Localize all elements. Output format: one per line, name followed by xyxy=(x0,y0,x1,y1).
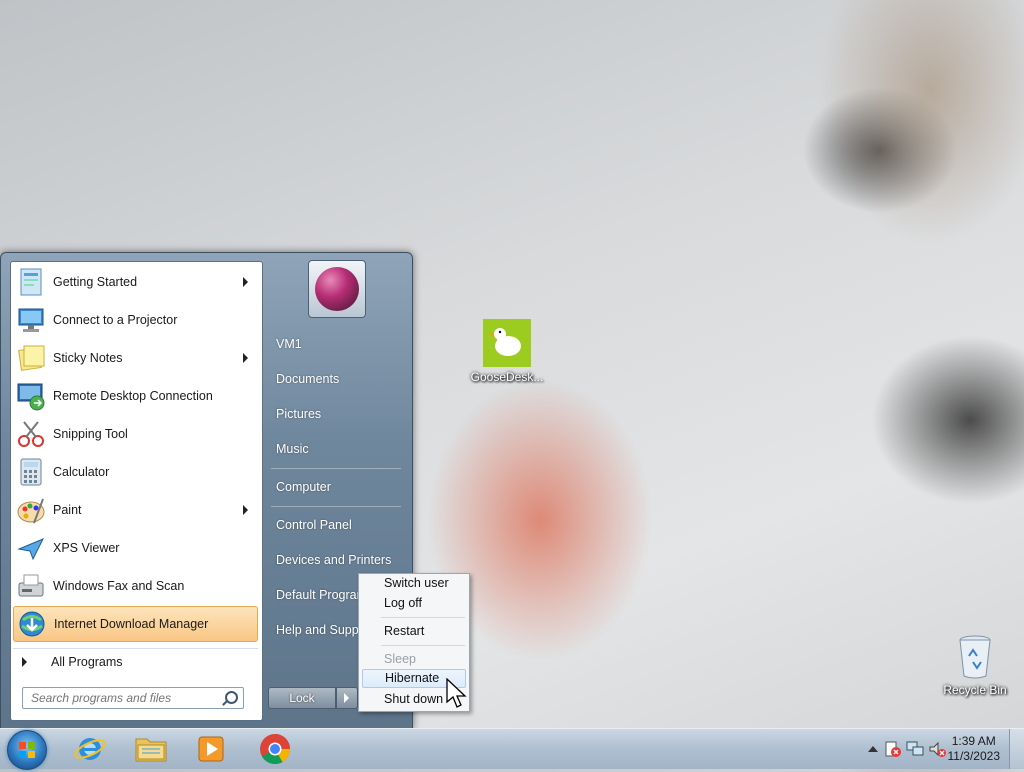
arrow-right-icon xyxy=(344,693,349,703)
program-label: Remote Desktop Connection xyxy=(53,389,213,403)
goose-icon xyxy=(483,319,531,367)
separator xyxy=(381,645,465,646)
clock-date: 11/3/2023 xyxy=(947,749,1001,763)
desktop-icon-label: Recycle Bin xyxy=(943,683,1007,697)
program-internet-download-manager[interactable]: Internet Download Manager xyxy=(13,606,258,642)
separator xyxy=(271,506,401,507)
right-item-user[interactable]: VM1 xyxy=(276,337,302,351)
windows-logo-icon xyxy=(19,742,35,758)
media-player-icon xyxy=(198,736,224,762)
network-icon[interactable] xyxy=(906,740,924,758)
start-menu: Getting Started Connect to a Projector S… xyxy=(0,252,413,730)
separator xyxy=(271,468,401,469)
program-label: Getting Started xyxy=(53,275,138,289)
right-item-documents[interactable]: Documents xyxy=(276,372,339,386)
chrome-icon xyxy=(260,734,290,765)
getting-started-icon xyxy=(16,267,46,297)
system-tray: 1:39 AM 11/3/2023 xyxy=(834,729,1024,769)
program-label: Snipping Tool xyxy=(53,427,128,441)
program-snipping-tool[interactable]: Snipping Tool xyxy=(13,416,258,452)
desktop-icon-recycle-bin[interactable]: Recycle Bin xyxy=(935,632,1015,697)
avatar-image xyxy=(315,267,359,311)
program-label: Sticky Notes xyxy=(53,351,123,365)
show-desktop-button[interactable] xyxy=(1009,729,1024,769)
program-label: Calculator xyxy=(53,465,110,479)
programs-pane: Getting Started Connect to a Projector S… xyxy=(10,261,263,721)
menu-item-sleep: Sleep xyxy=(384,652,416,666)
clock[interactable]: 1:39 AM 11/3/2023 xyxy=(948,734,1001,764)
sticky-notes-icon xyxy=(16,343,46,373)
submenu-arrow-icon[interactable] xyxy=(243,505,248,515)
taskbar-file-explorer[interactable] xyxy=(128,731,174,767)
taskbar: 1:39 AM 11/3/2023 xyxy=(0,728,1024,770)
submenu-arrow-icon[interactable] xyxy=(243,353,248,363)
user-avatar[interactable] xyxy=(308,260,366,318)
search-input[interactable] xyxy=(29,688,223,708)
desktop-icon-label: GooseDesk... xyxy=(470,370,544,384)
calculator-icon xyxy=(16,457,46,487)
internet-explorer-icon xyxy=(74,738,106,760)
start-button[interactable] xyxy=(7,730,47,770)
program-paint[interactable]: Paint xyxy=(13,492,258,528)
xps-viewer-icon xyxy=(16,533,46,563)
remote-desktop-icon xyxy=(16,381,46,411)
search-icon[interactable] xyxy=(225,691,238,704)
right-item-devices-printers[interactable]: Devices and Printers xyxy=(276,553,391,567)
program-fax-scan[interactable]: Windows Fax and Scan xyxy=(13,568,258,604)
fax-icon xyxy=(16,571,46,601)
arrow-right-icon xyxy=(22,657,27,667)
volume-muted-icon[interactable] xyxy=(928,740,946,758)
submenu-arrow-icon[interactable] xyxy=(243,277,248,287)
separator xyxy=(381,617,465,618)
program-label: Internet Download Manager xyxy=(54,617,209,631)
program-getting-started[interactable]: Getting Started xyxy=(13,264,258,300)
right-item-pictures[interactable]: Pictures xyxy=(276,407,321,421)
projector-icon xyxy=(16,305,46,335)
menu-item-switch-user[interactable]: Switch user xyxy=(362,574,466,593)
all-programs-label: All Programs xyxy=(51,655,123,669)
program-label: XPS Viewer xyxy=(53,541,120,555)
file-explorer-icon xyxy=(135,738,167,762)
desktop-icon-goosedesktop[interactable]: GooseDesk... xyxy=(467,319,547,384)
program-label: Paint xyxy=(53,503,82,517)
clock-time: 1:39 AM xyxy=(951,734,996,748)
menu-item-log-off[interactable]: Log off xyxy=(362,594,466,613)
action-center-icon[interactable] xyxy=(884,740,902,758)
program-connect-projector[interactable]: Connect to a Projector xyxy=(13,302,258,338)
program-remote-desktop[interactable]: Remote Desktop Connection xyxy=(13,378,258,414)
taskbar-chrome[interactable] xyxy=(252,731,298,767)
power-options-arrow-button[interactable] xyxy=(336,687,358,709)
right-item-control-panel[interactable]: Control Panel xyxy=(276,518,352,532)
search-box[interactable] xyxy=(22,687,244,709)
show-hidden-icons-icon[interactable] xyxy=(868,744,878,752)
mouse-cursor-icon xyxy=(446,677,468,710)
scissors-icon xyxy=(16,419,46,449)
recycle-bin-icon xyxy=(955,632,995,680)
program-label: Connect to a Projector xyxy=(53,313,178,327)
internet-download-manager-icon xyxy=(17,609,47,639)
right-item-music[interactable]: Music xyxy=(276,442,309,456)
program-label: Windows Fax and Scan xyxy=(53,579,185,593)
paint-palette-icon xyxy=(16,495,46,525)
program-calculator[interactable]: Calculator xyxy=(13,454,258,490)
menu-item-restart[interactable]: Restart xyxy=(362,622,466,641)
all-programs-button[interactable]: All Programs xyxy=(13,648,258,675)
taskbar-media-player[interactable] xyxy=(188,731,234,767)
taskbar-internet-explorer[interactable] xyxy=(67,731,113,767)
lock-button[interactable]: Lock xyxy=(268,687,336,709)
right-item-computer[interactable]: Computer xyxy=(276,480,331,494)
program-xps-viewer[interactable]: XPS Viewer xyxy=(13,530,258,566)
program-sticky-notes[interactable]: Sticky Notes xyxy=(13,340,258,376)
